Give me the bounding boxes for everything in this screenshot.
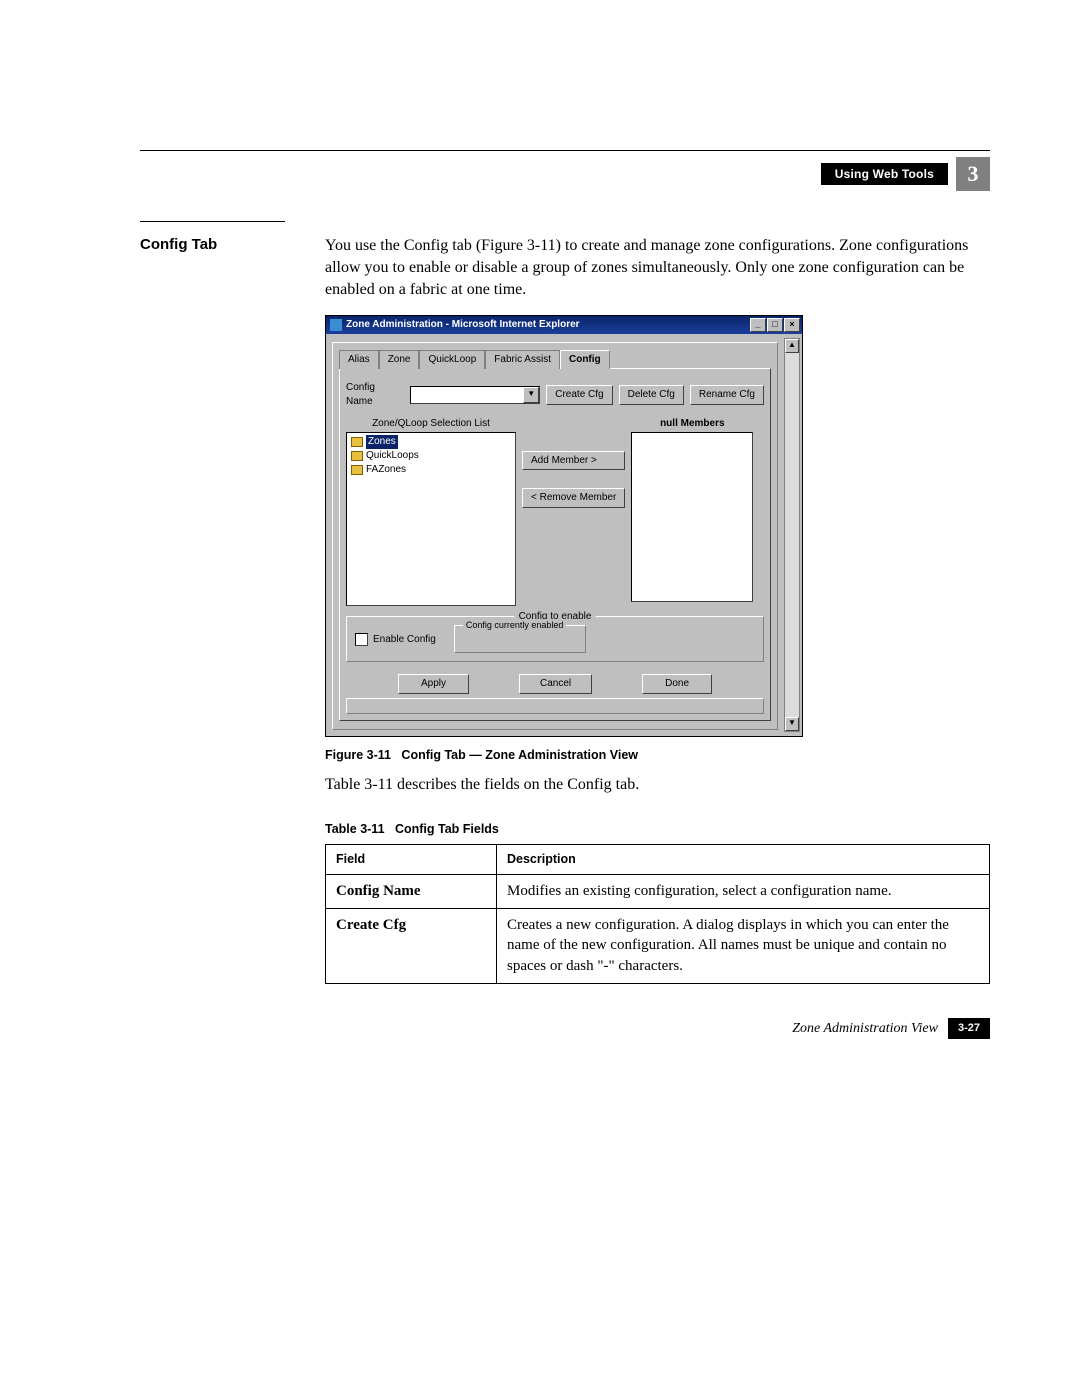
section-paragraph: You use the Config tab (Figure 3-11) to … <box>325 235 990 301</box>
figure-caption: Figure 3-11 Config Tab — Zone Administra… <box>325 747 990 764</box>
col-header-field: Field <box>326 844 497 874</box>
page-footer: Zone Administration View 3-27 <box>325 1018 990 1039</box>
tab-alias[interactable]: Alias <box>339 350 379 369</box>
tree-item-fazones[interactable]: FAZones <box>366 463 406 477</box>
delete-cfg-button[interactable]: Delete Cfg <box>619 385 684 405</box>
members-list-header: null Members <box>631 417 753 431</box>
add-member-button[interactable]: Add Member > <box>522 451 625 471</box>
config-name-label: Config Name <box>346 381 404 409</box>
status-strip <box>346 698 764 714</box>
tree-item-zones[interactable]: Zones <box>366 435 398 449</box>
members-listbox[interactable] <box>631 432 753 602</box>
top-rule <box>140 150 990 151</box>
tree-item-quickloops[interactable]: QuickLoops <box>366 449 419 463</box>
cancel-button[interactable]: Cancel <box>519 674 592 694</box>
page-header: Using Web Tools 3 <box>140 157 990 191</box>
apply-button[interactable]: Apply <box>398 674 469 694</box>
field-name: Create Cfg <box>326 908 497 983</box>
vertical-scrollbar[interactable]: ▲ ▼ <box>784 338 800 732</box>
close-icon[interactable]: × <box>784 318 800 332</box>
rename-cfg-button[interactable]: Rename Cfg <box>690 385 764 405</box>
dialog-panel: Alias Zone QuickLoop Fabric Assist Confi… <box>332 342 778 730</box>
selection-list-header: Zone/QLoop Selection List <box>346 417 516 431</box>
folder-icon <box>351 451 363 461</box>
create-cfg-button[interactable]: Create Cfg <box>546 385 612 405</box>
tab-strip: Alias Zone QuickLoop Fabric Assist Confi… <box>339 349 771 368</box>
chapter-number-box: 3 <box>956 157 990 191</box>
field-description: Modifies an existing configuration, sele… <box>497 875 990 909</box>
maximize-icon[interactable]: □ <box>767 318 783 332</box>
table-caption: Table 3-11 Config Tab Fields <box>325 821 990 838</box>
scroll-down-icon[interactable]: ▼ <box>785 717 799 731</box>
remove-member-button[interactable]: < Remove Member <box>522 488 625 508</box>
header-section-title: Using Web Tools <box>821 163 948 185</box>
tab-zone[interactable]: Zone <box>379 350 420 369</box>
table-row: Config Name Modifies an existing configu… <box>326 875 990 909</box>
fields-table: Field Description Config Name Modifies a… <box>325 844 990 984</box>
figure-caption-text: Config Tab — Zone Administration View <box>401 748 638 762</box>
selection-listbox[interactable]: Zones QuickLoops FAZones <box>346 432 516 606</box>
table-row: Create Cfg Creates a new configuration. … <box>326 908 990 983</box>
page-number: 3-27 <box>948 1018 990 1039</box>
minimize-icon[interactable]: _ <box>750 318 766 332</box>
footer-text: Zone Administration View <box>792 1019 938 1038</box>
table-header-row: Field Description <box>326 844 990 874</box>
chevron-down-icon[interactable]: ▼ <box>523 387 539 403</box>
col-header-description: Description <box>497 844 990 874</box>
ie-app-icon <box>330 319 342 331</box>
field-description: Creates a new configuration. A dialog di… <box>497 908 990 983</box>
scroll-up-icon[interactable]: ▲ <box>785 339 799 353</box>
tab-fabric-assist[interactable]: Fabric Assist <box>485 350 560 369</box>
table-caption-text: Config Tab Fields <box>395 822 499 836</box>
enable-config-checkbox[interactable] <box>355 633 368 646</box>
screenshot-window: Zone Administration - Microsoft Internet… <box>325 315 803 737</box>
config-name-combo[interactable]: ▼ <box>410 386 540 404</box>
folder-icon <box>351 465 363 475</box>
figure-number: Figure 3-11 <box>325 748 391 762</box>
folder-icon <box>351 437 363 447</box>
field-name: Config Name <box>326 875 497 909</box>
window-title: Zone Administration - Microsoft Internet… <box>346 318 580 332</box>
tab-quickloop[interactable]: QuickLoop <box>419 350 485 369</box>
section-label: Config Tab <box>140 221 285 253</box>
table-number: Table 3-11 <box>325 822 385 836</box>
done-button[interactable]: Done <box>642 674 712 694</box>
enable-config-label: Enable Config <box>373 633 436 647</box>
config-currently-enabled-legend: Config currently enabled <box>463 619 567 631</box>
window-titlebar: Zone Administration - Microsoft Internet… <box>326 316 802 334</box>
table-intro-text: Table 3-11 describes the fields on the C… <box>325 774 990 796</box>
config-currently-enabled-frame: Config currently enabled <box>454 625 586 653</box>
tab-config[interactable]: Config <box>560 350 610 369</box>
